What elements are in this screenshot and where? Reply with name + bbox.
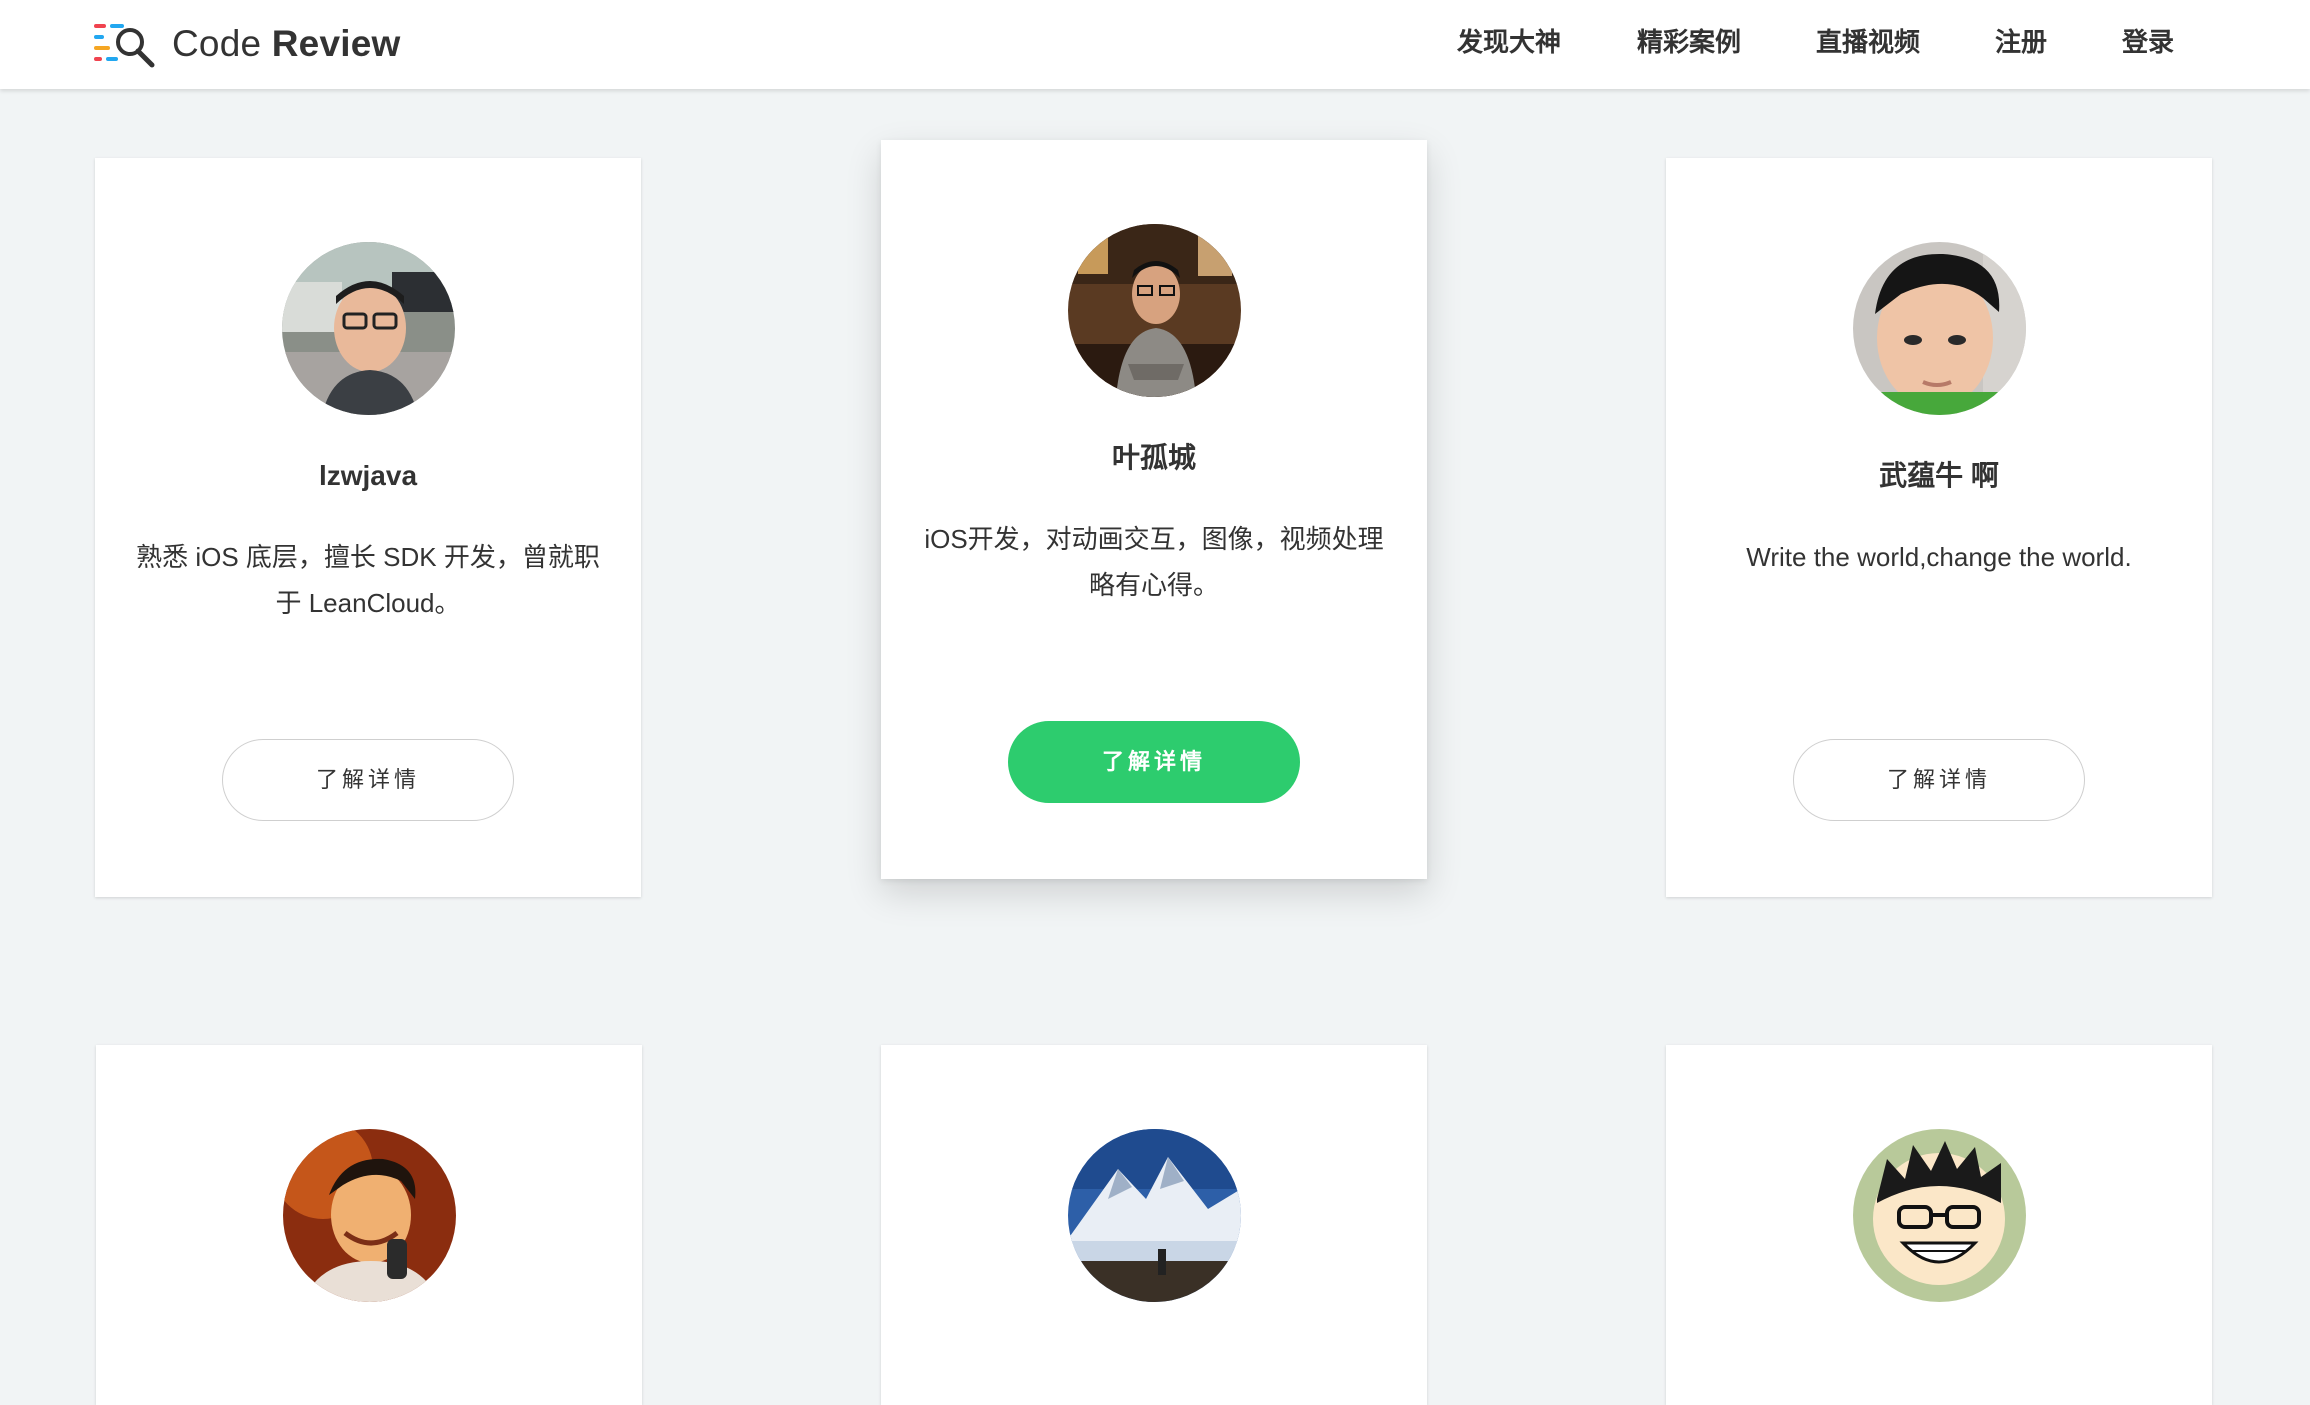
avatar[interactable] (1853, 242, 2026, 415)
mentor-description: 熟悉 iOS 底层，擅长 SDK 开发，曾就职于 LeanCloud。 (136, 542, 600, 618)
mentor-card (1666, 1045, 2212, 1405)
avatar-wuyunniu-image (1853, 242, 2026, 415)
nav-discover[interactable]: 发现大神 (1457, 22, 1561, 62)
nav-register[interactable]: 注册 (1995, 22, 2047, 62)
avatar-lzwjava-image (282, 242, 455, 415)
mentor-name: 叶孤城 (1111, 442, 1196, 473)
avatar[interactable] (283, 1129, 456, 1302)
nav-login[interactable]: 登录 (2122, 22, 2174, 62)
brand-logo[interactable]: Code Review (92, 14, 400, 74)
top-navbar: Code Review 发现大神 精彩案例 直播视频 注册 登录 (0, 0, 2310, 89)
brand-main: Review (271, 23, 401, 64)
learn-more-button[interactable]: 了解详情 (1793, 739, 2085, 821)
learn-more-button[interactable]: 了解详情 (222, 739, 514, 821)
avatar[interactable] (1853, 1129, 2026, 1302)
avatar[interactable] (282, 242, 455, 415)
avatar-yeguchen-image (1068, 224, 1241, 397)
mentor-name: lzwjava (318, 460, 418, 491)
mentor-card (881, 1045, 1427, 1405)
mentor-name: 武蕴牛 啊 (1879, 460, 1999, 491)
mentor-card: lzwjava 熟悉 iOS 底层，擅长 SDK 开发，曾就职于 LeanClo… (95, 158, 641, 897)
avatar-user-6-image (1853, 1129, 2026, 1302)
brand-name: Code Review (172, 23, 400, 65)
avatar[interactable] (1068, 224, 1241, 397)
mentor-description: iOS开发，对动画交互，图像，视频处理略有心得。 (924, 524, 1384, 600)
learn-more-button[interactable]: 了解详情 (1008, 721, 1300, 803)
brand-prefix: Code (172, 23, 262, 64)
nav-cases[interactable]: 精彩案例 (1637, 22, 1741, 62)
avatar-user-5-image (1068, 1129, 1241, 1302)
mentor-card: 叶孤城 iOS开发，对动画交互，图像，视频处理略有心得。 了解详情 (881, 140, 1427, 879)
code-review-logo-icon (94, 24, 155, 68)
nav-live-video[interactable]: 直播视频 (1816, 22, 1920, 62)
mentor-card: 武蕴牛 啊 Write the world,change the world. … (1666, 158, 2212, 897)
avatar-user-4-image (283, 1129, 456, 1302)
avatar[interactable] (1068, 1129, 1241, 1302)
mentor-description: Write the world,change the world. (1746, 542, 2132, 572)
mentor-card (96, 1045, 642, 1405)
